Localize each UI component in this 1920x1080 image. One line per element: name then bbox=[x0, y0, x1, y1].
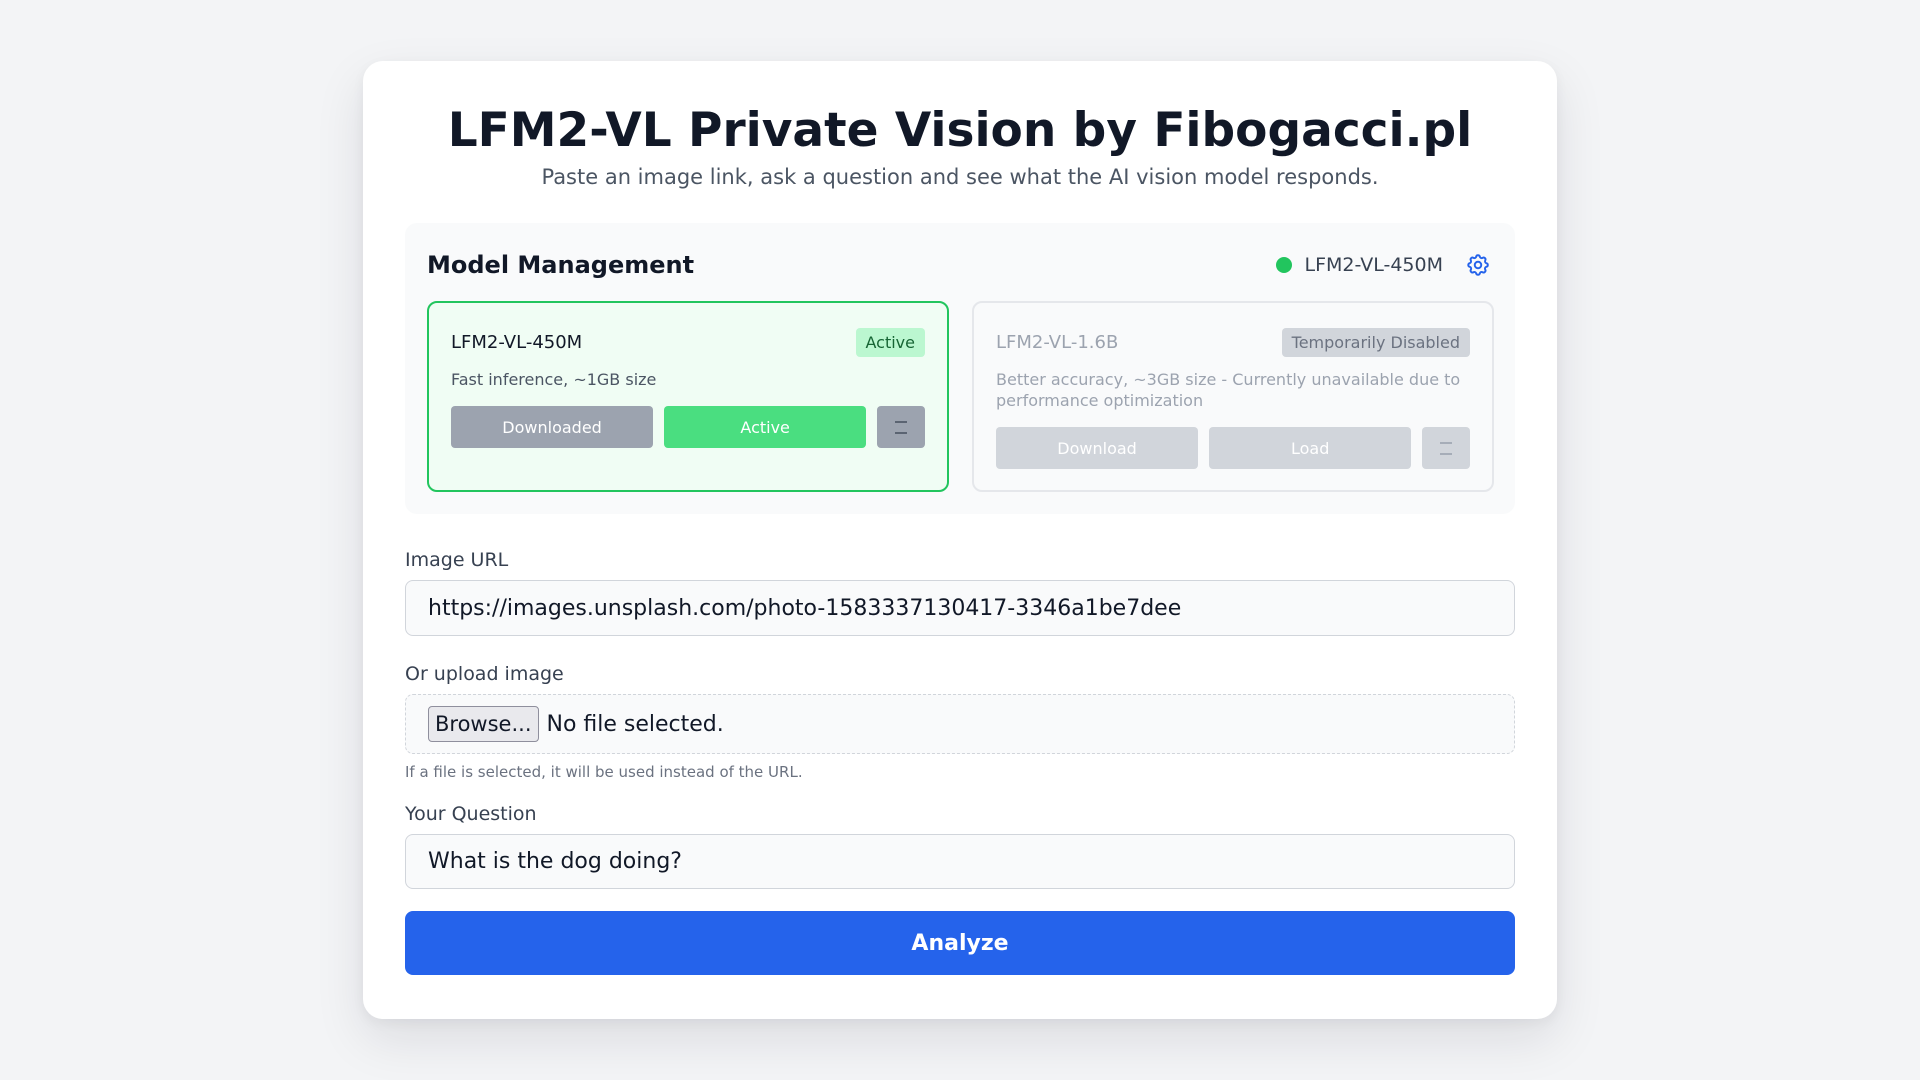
upload-hint: If a file is selected, it will be used i… bbox=[405, 763, 803, 782]
downloaded-button[interactable]: Downloaded bbox=[451, 406, 654, 449]
current-model-name: LFM2-VL-450M bbox=[1304, 254, 1443, 277]
status-badge: Temporarily Disabled bbox=[1281, 327, 1470, 357]
model-name: LFM2-VL-450M bbox=[451, 331, 583, 353]
model-card-1-6b: LFM2-VL-1.6B Temporarily Disabled Better… bbox=[972, 301, 1494, 493]
current-model-status: LFM2-VL-450M bbox=[1276, 250, 1493, 280]
model-description: Fast inference, ~1GB size bbox=[451, 370, 657, 390]
question-label: Your Question bbox=[405, 803, 537, 826]
model-card-450m[interactable]: LFM2-VL-450M Active Fast inference, ~1GB… bbox=[427, 301, 949, 493]
question-input[interactable]: What is the dog doing? bbox=[405, 834, 1515, 890]
page-subtitle: Paste an image link, ask a question and … bbox=[541, 165, 1379, 190]
image-url-label: Image URL bbox=[405, 549, 509, 572]
load-button[interactable]: Load bbox=[1209, 427, 1412, 470]
page-title: LFM2-VL Private Vision by Fibogacci.pl bbox=[447, 103, 1473, 158]
model-description: Better accuracy, ~3GB size - Currently u… bbox=[996, 370, 1461, 411]
model-actions: Download Load bbox=[996, 427, 1470, 470]
model-name: LFM2-VL-1.6B bbox=[996, 331, 1119, 353]
model-management-title: Model Management bbox=[427, 251, 695, 280]
model-management-panel: Model Management LFM2-VL-450M LFM2-VL-45… bbox=[405, 223, 1515, 515]
gear-icon bbox=[1467, 254, 1489, 277]
delete-button[interactable] bbox=[1422, 427, 1470, 470]
status-badge: Active bbox=[855, 327, 925, 357]
settings-button[interactable] bbox=[1463, 250, 1493, 280]
model-list: LFM2-VL-450M Active Fast inference, ~1GB… bbox=[427, 301, 1494, 493]
trash-icon bbox=[1440, 442, 1453, 456]
upload-label: Or upload image bbox=[405, 663, 564, 686]
download-button[interactable]: Download bbox=[996, 427, 1199, 470]
browse-button[interactable]: Browse... bbox=[428, 706, 539, 743]
model-management-header: Model Management LFM2-VL-450M bbox=[427, 245, 1493, 285]
file-status: No file selected. bbox=[546, 711, 724, 737]
model-actions: Downloaded Active bbox=[451, 406, 925, 449]
active-button[interactable]: Active bbox=[664, 406, 867, 449]
status-dot bbox=[1276, 257, 1293, 274]
image-url-input[interactable]: https://images.unsplash.com/photo-158333… bbox=[405, 580, 1515, 637]
delete-button[interactable] bbox=[877, 406, 925, 449]
analyze-button[interactable]: Analyze bbox=[405, 911, 1515, 976]
main-card: LFM2-VL Private Vision by Fibogacci.pl P… bbox=[363, 61, 1557, 1019]
trash-icon bbox=[895, 421, 908, 435]
file-upload-field[interactable]: Browse... No file selected. bbox=[405, 694, 1515, 755]
